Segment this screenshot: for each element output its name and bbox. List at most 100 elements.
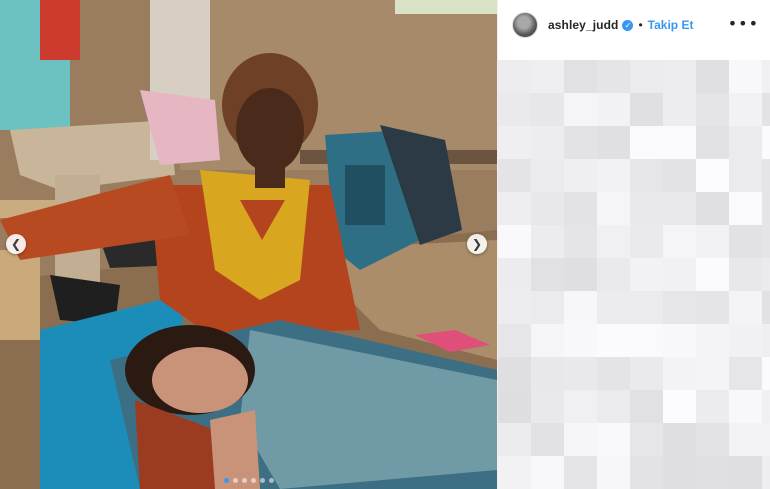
pixel-block bbox=[729, 93, 762, 126]
pixel-block bbox=[597, 456, 630, 489]
pixel-block bbox=[630, 60, 663, 93]
pixel-block bbox=[597, 159, 630, 192]
username-link[interactable]: ashley_judd bbox=[548, 18, 618, 32]
pixel-block bbox=[762, 324, 770, 357]
pixel-block bbox=[597, 357, 630, 390]
pixel-block bbox=[498, 225, 531, 258]
carousel-dot bbox=[268, 478, 274, 483]
carousel-dot bbox=[232, 478, 238, 483]
pixel-block bbox=[531, 126, 564, 159]
pixel-block bbox=[531, 357, 564, 390]
pixel-block bbox=[498, 291, 531, 324]
pixel-block bbox=[531, 423, 564, 456]
pixel-block bbox=[564, 423, 597, 456]
pixel-block bbox=[729, 390, 762, 423]
pixel-block bbox=[597, 258, 630, 291]
pixel-block bbox=[762, 225, 770, 258]
pixel-block bbox=[729, 258, 762, 291]
pixel-block bbox=[498, 159, 531, 192]
pixel-block bbox=[531, 192, 564, 225]
pixel-block bbox=[762, 291, 770, 324]
pixel-block bbox=[564, 390, 597, 423]
pixel-block bbox=[729, 60, 762, 93]
pixel-block bbox=[663, 423, 696, 456]
post-photo[interactable]: ❮ ❯ bbox=[0, 0, 497, 489]
pixel-block bbox=[564, 258, 597, 291]
post-header: ashley_judd ✓ • Takip Et ••• bbox=[498, 0, 770, 50]
pixel-block bbox=[597, 324, 630, 357]
avatar[interactable] bbox=[512, 12, 538, 38]
pixel-block bbox=[597, 93, 630, 126]
pixel-block bbox=[531, 324, 564, 357]
pixel-block bbox=[630, 93, 663, 126]
pixel-block bbox=[663, 60, 696, 93]
pixel-block bbox=[630, 258, 663, 291]
chevron-left-icon: ❮ bbox=[10, 237, 22, 251]
pixel-block bbox=[531, 291, 564, 324]
blurred-comments-area bbox=[498, 60, 770, 489]
carousel-next-button[interactable]: ❯ bbox=[467, 234, 487, 254]
carousel-dot bbox=[241, 478, 247, 483]
pixel-block bbox=[498, 126, 531, 159]
follow-button[interactable]: Takip Et bbox=[648, 18, 694, 32]
carousel-dot bbox=[223, 478, 229, 483]
pixel-block bbox=[531, 159, 564, 192]
pixel-block bbox=[597, 126, 630, 159]
pixel-block bbox=[663, 390, 696, 423]
pixel-block bbox=[498, 324, 531, 357]
pixel-block bbox=[597, 192, 630, 225]
pixel-block bbox=[729, 291, 762, 324]
pixel-block bbox=[696, 159, 729, 192]
pixel-block bbox=[696, 456, 729, 489]
pixel-block bbox=[663, 159, 696, 192]
pixel-block bbox=[696, 60, 729, 93]
pixel-block bbox=[762, 159, 770, 192]
pixel-block bbox=[564, 225, 597, 258]
pixel-block bbox=[696, 225, 729, 258]
pixel-block bbox=[729, 192, 762, 225]
pixel-block bbox=[564, 456, 597, 489]
post-side-panel: ashley_judd ✓ • Takip Et ••• bbox=[497, 0, 770, 489]
pixel-block bbox=[729, 324, 762, 357]
pixel-block bbox=[663, 258, 696, 291]
pixel-block bbox=[531, 60, 564, 93]
pixel-block bbox=[564, 357, 597, 390]
pixel-block bbox=[663, 357, 696, 390]
pixel-block bbox=[630, 456, 663, 489]
pixel-block bbox=[531, 93, 564, 126]
pixel-block bbox=[498, 456, 531, 489]
pixel-block bbox=[498, 258, 531, 291]
pixel-block bbox=[597, 423, 630, 456]
pixel-block bbox=[597, 390, 630, 423]
pixel-block bbox=[630, 357, 663, 390]
pixel-block bbox=[630, 423, 663, 456]
carousel-indicator bbox=[0, 478, 497, 483]
pixel-block bbox=[630, 159, 663, 192]
pixel-block bbox=[564, 159, 597, 192]
pixel-block bbox=[663, 456, 696, 489]
pixel-block bbox=[762, 357, 770, 390]
pixel-block bbox=[729, 357, 762, 390]
pixel-block bbox=[663, 291, 696, 324]
pixel-block bbox=[762, 126, 770, 159]
pixel-block bbox=[762, 93, 770, 126]
pixel-block bbox=[564, 324, 597, 357]
pixel-block bbox=[696, 324, 729, 357]
pixel-block bbox=[762, 258, 770, 291]
pixel-block bbox=[498, 60, 531, 93]
pixel-block bbox=[729, 159, 762, 192]
pixel-block bbox=[762, 192, 770, 225]
pixel-block bbox=[663, 324, 696, 357]
pixel-block bbox=[696, 357, 729, 390]
pixel-block bbox=[531, 390, 564, 423]
pixel-block bbox=[630, 291, 663, 324]
pixel-block bbox=[498, 93, 531, 126]
pixel-block bbox=[630, 324, 663, 357]
carousel-prev-button[interactable]: ❮ bbox=[6, 234, 26, 254]
more-options-icon[interactable]: ••• bbox=[728, 16, 759, 32]
pixel-block bbox=[729, 126, 762, 159]
pixel-block bbox=[597, 225, 630, 258]
pixel-block bbox=[531, 258, 564, 291]
pixel-block bbox=[564, 93, 597, 126]
pixel-block bbox=[663, 93, 696, 126]
